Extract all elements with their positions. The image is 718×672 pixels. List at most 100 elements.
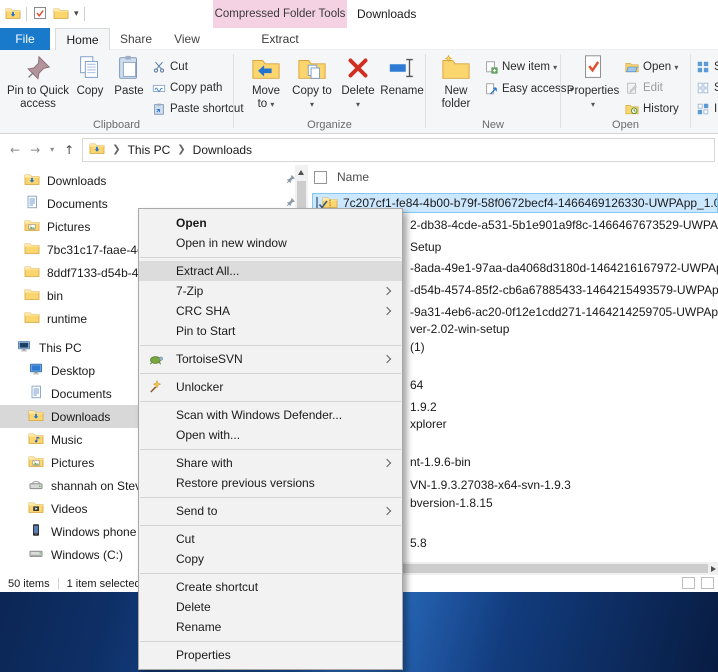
menu-item-scan-with-windows-defender[interactable]: Scan with Windows Defender... [139, 405, 402, 425]
menu-item-copy[interactable]: Copy [139, 549, 402, 569]
menu-separator [140, 400, 401, 402]
menu-item-delete[interactable]: Delete [139, 597, 402, 617]
open-button[interactable]: Open ▾ [625, 58, 678, 76]
select-all-checkbox[interactable] [314, 170, 327, 184]
recent-locations-icon[interactable]: ▾ [50, 145, 54, 154]
menu-item-create-shortcut[interactable]: Create shortcut [139, 577, 402, 597]
breadcrumb-downloads[interactable]: Downloads [193, 143, 252, 157]
breadcrumb-this-pc[interactable]: This PC [128, 143, 171, 157]
pushpin-icon [27, 55, 51, 80]
file-row[interactable]: VN-1.9.3.27038-x64-svn-1.9.3 [410, 478, 571, 494]
menu-separator [140, 344, 401, 346]
open-folder-icon [625, 63, 639, 73]
file-row[interactable]: bversion-1.8.15 [410, 496, 493, 512]
file-row[interactable]: xplorer [410, 417, 447, 433]
menu-item-crc-sha[interactable]: CRC SHA [139, 301, 402, 321]
submenu-chevron-icon [382, 354, 392, 364]
pin-to-quick-access-label: Pin to Quick access [7, 85, 69, 110]
tab-home[interactable]: Home [55, 28, 110, 50]
ribbon-group-organize: Move to ▾ Copy to ▾ Delete ▾ Rename Orga… [234, 50, 425, 133]
new-folder-quick-icon[interactable] [53, 5, 69, 24]
column-header-name[interactable]: Name [314, 170, 369, 184]
file-row[interactable]: (1) [410, 340, 425, 356]
file-row[interactable]: 2-db38-4cde-a531-5b1e901a9f8c-1466467673… [410, 218, 718, 234]
copy-path-button[interactable]: Copy path [152, 79, 222, 97]
forward-icon[interactable]: → [30, 143, 40, 157]
menu-item-7-zip[interactable]: 7-Zip [139, 281, 402, 301]
new-item-button[interactable]: New item ▾ [484, 58, 557, 76]
delete-button[interactable]: Delete ▾ [338, 53, 378, 111]
history-button[interactable]: History [625, 100, 679, 118]
back-icon[interactable]: ← [10, 143, 20, 157]
ribbon-tab-row: File Home Share View Extract [0, 28, 718, 50]
tab-view[interactable]: View [162, 28, 212, 50]
copy-button[interactable]: Copy [72, 53, 108, 98]
properties-quick-icon[interactable] [32, 5, 48, 24]
file-row[interactable]: -8ada-49e1-97aa-da4068d3180d-14642161679… [410, 261, 718, 277]
menu-item-properties[interactable]: Properties [139, 645, 402, 665]
large-icons-view-icon[interactable] [701, 577, 714, 589]
menu-item-send-to[interactable]: Send to [139, 501, 402, 521]
invert-selection-button[interactable]: Invert selection [696, 100, 718, 118]
scroll-up-icon[interactable] [298, 170, 304, 175]
organize-group-label: Organize [307, 119, 352, 131]
menu-item-open-in-new-window[interactable]: Open in new window [139, 233, 402, 253]
window-title: Downloads [357, 7, 417, 21]
properties-icon [585, 55, 601, 78]
file-row[interactable]: Setup [410, 240, 441, 256]
paste-label: Paste [114, 85, 144, 97]
move-to-button[interactable]: Move to ▾ [246, 53, 286, 111]
file-row[interactable]: 64 [410, 378, 423, 394]
cut-button[interactable]: Cut [152, 58, 188, 76]
phone-icon [33, 524, 39, 536]
select-none-label: Select none [714, 82, 718, 94]
tab-file[interactable]: File [0, 28, 50, 50]
select-all-button[interactable]: Select all [696, 58, 718, 76]
menu-item-cut[interactable]: Cut [139, 529, 402, 549]
menu-item-unlocker[interactable]: Unlocker [139, 377, 402, 397]
invert-selection-icon [697, 103, 709, 115]
file-row[interactable]: ver-2.02-win-setup [410, 322, 509, 338]
file-row[interactable]: nt-1.9.6-bin [410, 455, 471, 471]
menu-item-tortoisesvn[interactable]: TortoiseSVN [139, 349, 402, 369]
scroll-right-icon[interactable] [711, 565, 716, 572]
tab-extract[interactable]: Extract [213, 28, 347, 50]
item-count: 50 items [8, 577, 50, 590]
properties-button[interactable]: Properties ▾ [567, 53, 619, 111]
menu-item-pin-to-start[interactable]: Pin to Start [139, 321, 402, 341]
tortoise-icon [148, 351, 164, 373]
submenu-chevron-icon [382, 458, 392, 468]
up-icon[interactable]: ↑ [64, 143, 74, 157]
file-row[interactable]: -9a31-4eb6-ac20-0f12e1cdd271-14642142597… [410, 305, 718, 321]
file-row[interactable]: 5.8 [410, 536, 427, 552]
pin-to-quick-access-button[interactable]: Pin to Quick access [6, 53, 70, 111]
history-label: History [643, 103, 679, 115]
ribbon-group-open: Properties ▾ Open ▾ Edit History Open [561, 50, 690, 133]
paste-button[interactable]: Paste [110, 53, 148, 98]
menu-separator [140, 448, 401, 450]
file-row[interactable]: 1.9.2 [410, 400, 437, 416]
documents-icon [31, 385, 41, 399]
menu-item-open[interactable]: Open [139, 213, 402, 233]
copy-to-button[interactable]: Copy to ▾ [292, 53, 332, 111]
menu-item-rename[interactable]: Rename [139, 617, 402, 637]
address-input[interactable]: ❯ This PC ❯ Downloads [82, 137, 715, 162]
edit-label: Edit [643, 82, 663, 94]
rename-button[interactable]: Rename [380, 53, 424, 98]
menu-item-open-with[interactable]: Open with... [139, 425, 402, 445]
folder-icon [24, 243, 40, 254]
details-view-icon[interactable] [682, 577, 695, 589]
submenu-chevron-icon [382, 506, 392, 516]
select-none-button[interactable]: Select none [696, 79, 718, 97]
new-folder-button[interactable]: New folder [434, 53, 478, 111]
menu-item-extract-all[interactable]: Extract All... [139, 261, 402, 281]
paste-shortcut-button[interactable]: Paste shortcut [152, 100, 244, 118]
tab-share[interactable]: Share [110, 28, 162, 50]
qat-customize-icon[interactable]: ▾ [74, 9, 79, 19]
sidebar-item-downloads[interactable]: Downloads [0, 169, 295, 192]
menu-item-share-with[interactable]: Share with [139, 453, 402, 473]
new-folder-icon [442, 54, 470, 79]
edit-button[interactable]: Edit [625, 79, 663, 97]
file-row[interactable]: -d54b-4574-85f2-cb6a67885433-14642154935… [410, 283, 718, 299]
menu-item-restore-previous-versions[interactable]: Restore previous versions [139, 473, 402, 493]
